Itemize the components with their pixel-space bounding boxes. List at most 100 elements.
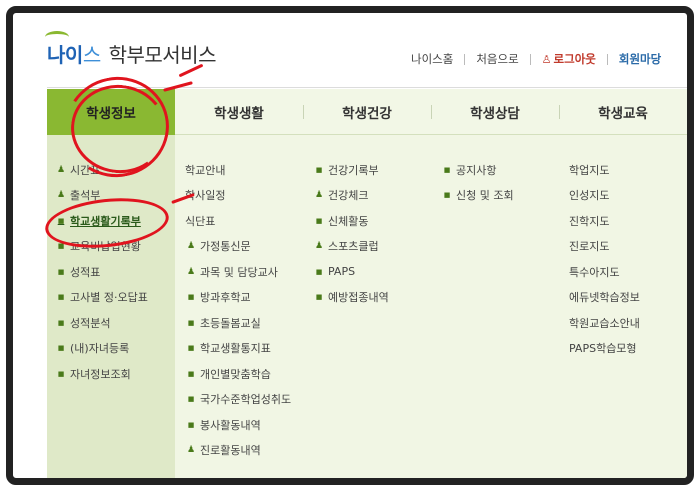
lock-icon: ■: [315, 216, 323, 225]
person-icon: ♟: [186, 241, 196, 252]
submenu-item[interactable]: ■ 예방접종내역: [313, 285, 389, 311]
submenu-item[interactable]: ■ 신체활동: [313, 208, 389, 234]
submenu-item-label: 학교생활통지표: [200, 342, 271, 356]
submenu-item-label: 신체활동: [328, 214, 369, 228]
main-nav: 학생정보 학생생활 학생건강 학생상담 학생교육: [47, 89, 687, 135]
submenu-item[interactable]: ♟ 진로활동내역: [185, 438, 291, 464]
submenu-item[interactable]: 식단표: [185, 208, 291, 234]
submenu-item[interactable]: ■ 성적분석: [47, 310, 175, 336]
submenu-item[interactable]: ■ 방과후학교: [185, 285, 291, 311]
person-icon: ♙: [541, 52, 552, 66]
top-links: 나이스홈 처음으로 ♙ 로그아웃 회원마당: [411, 51, 661, 67]
submenu-item[interactable]: 학사일정: [185, 183, 291, 209]
submenu-item-label: 공지사항: [456, 163, 497, 177]
submenu-item[interactable]: PAPS학습모형: [569, 336, 640, 362]
submenu-item-label: 봉사활동내역: [200, 418, 261, 432]
submenu-item-label: 고사별 정·오답표: [70, 291, 148, 305]
nav-student-health[interactable]: 학생건강: [303, 89, 431, 135]
submenu-item-label: 성적분석: [70, 316, 111, 330]
link-neis-home[interactable]: 나이스홈: [411, 51, 453, 67]
submenu-item[interactable]: ■ 개인별맞춤학습: [185, 361, 291, 387]
person-icon: ♟: [314, 190, 324, 201]
submenu-item-label: 신청 및 조회: [456, 189, 514, 203]
submenu-panel: ♟ 시간표 ♟ 출석부 ■ 학교생활기록부 ■ 교육비납입현황 ■ 성적표 ■ 고사별 정·오답표 ■ 성…: [47, 135, 687, 478]
lock-icon: ■: [315, 293, 323, 302]
link-logout[interactable]: 로그아웃: [554, 51, 596, 67]
person-icon: ♟: [186, 445, 196, 456]
person-icon: ♟: [56, 190, 66, 201]
submenu-item[interactable]: ♟ 과목 및 담당교사: [185, 259, 291, 285]
submenu-item[interactable]: ■ 고사별 정·오답표: [47, 285, 175, 311]
person-icon: ♟: [56, 164, 66, 175]
submenu-item[interactable]: ■ 공지사항: [441, 157, 514, 183]
submenu-item[interactable]: ■ 성적표: [47, 259, 175, 285]
submenu-item[interactable]: 특수아지도: [569, 259, 640, 285]
submenu-item-label: 교육비납입현황: [70, 240, 141, 254]
lock-icon: ■: [57, 318, 65, 327]
logo-neis-part1: 나이: [47, 43, 83, 67]
submenu-item-label: 학교안내: [185, 163, 226, 177]
submenu-item[interactable]: ■ 초등돌봄교실: [185, 310, 291, 336]
submenu-item-label: 진로활동내역: [200, 444, 261, 458]
lock-icon: ■: [187, 344, 195, 353]
submenu-item-label: PAPS학습모형: [569, 342, 637, 356]
submenu-col-student-education: 학업지도인성지도진학지도진로지도특수아지도에듀넷학습정보 학원교습소안내 PAPS학…: [569, 157, 640, 361]
submenu-col-student-health: ■ 건강기록부 ♟ 건강체크 ■ 신체활동 ♟ 스포츠클럽 ■ PAPS ■ 예방접종내역: [313, 157, 389, 310]
submenu-item[interactable]: ♟ 스포츠클럽: [313, 234, 389, 260]
nav-student-life[interactable]: 학생생활: [175, 89, 303, 135]
lock-icon: ■: [57, 293, 65, 302]
nav-student-education[interactable]: 학생교육: [559, 89, 687, 135]
submenu-col-student-counsel: ■ 공지사항 ■ 신청 및 조회: [441, 157, 514, 208]
submenu-item[interactable]: ■ 국가수준학업성취도: [185, 387, 291, 413]
header-divider: [47, 87, 687, 88]
submenu-item[interactable]: ■ 학교생활기록부: [47, 208, 175, 234]
submenu-item-label: 스포츠클럽: [328, 240, 379, 254]
submenu-col-student-life: 학교안내학사일정식단표 ♟ 가정통신문 ♟ 과목 및 담당교사 ■ 방과후학교 ■ 초등돌봄교실…: [185, 157, 291, 463]
submenu-item[interactable]: ♟ 건강체크: [313, 183, 389, 209]
submenu-item-label: 성적표: [70, 265, 101, 279]
link-first-page[interactable]: 처음으로: [476, 51, 518, 67]
submenu-item-label: 학업지도: [569, 163, 610, 177]
site-logo[interactable]: 나이스 학부모서비스: [47, 39, 216, 68]
submenu-item[interactable]: ■ PAPS: [313, 259, 389, 285]
submenu-item-label: 식단표: [185, 214, 216, 228]
submenu-item[interactable]: ■ 교육비납입현황: [47, 234, 175, 260]
nav-student-counsel[interactable]: 학생상담: [431, 89, 559, 135]
submenu-item[interactable]: ♟ 출석부: [47, 183, 175, 209]
submenu-item[interactable]: ■ 자녀정보조회: [47, 361, 175, 387]
link-divider: [529, 53, 531, 65]
lock-icon: ■: [187, 420, 195, 429]
submenu-item[interactable]: 에듀넷학습정보: [569, 285, 640, 311]
submenu-item[interactable]: ♟ 가정통신문: [185, 234, 291, 260]
lock-icon: ■: [443, 191, 451, 200]
submenu-item[interactable]: 학원교습소안내: [569, 310, 640, 336]
submenu-item[interactable]: ■ 신청 및 조회: [441, 183, 514, 209]
submenu-item[interactable]: 진로지도: [569, 234, 640, 260]
submenu-item-label: 시간표: [70, 163, 101, 177]
submenu-item[interactable]: ■ 학교생활통지표: [185, 336, 291, 362]
submenu-item[interactable]: ■ (내)자녀등록: [47, 336, 175, 362]
submenu-item[interactable]: 진학지도: [569, 208, 640, 234]
link-divider: [606, 53, 608, 65]
submenu-item-label: 학교생활기록부: [70, 214, 141, 228]
lock-icon: ■: [57, 216, 65, 225]
person-icon: ♟: [314, 241, 324, 252]
submenu-item-label: 인성지도: [569, 189, 610, 203]
submenu-item[interactable]: 학교안내: [185, 157, 291, 183]
submenu-item[interactable]: ■ 건강기록부: [313, 157, 389, 183]
submenu-item[interactable]: 인성지도: [569, 183, 640, 209]
submenu-item-label: 진학지도: [569, 214, 610, 228]
submenu-item[interactable]: 학업지도: [569, 157, 640, 183]
submenu-item-label: 특수아지도: [569, 265, 620, 279]
link-member[interactable]: 회원마당: [619, 51, 661, 67]
submenu-col-student-info: ♟ 시간표 ♟ 출석부 ■ 학교생활기록부 ■ 교육비납입현황 ■ 성적표 ■ 고사별 정·오답표 ■ 성…: [47, 135, 175, 478]
lock-icon: ■: [57, 369, 65, 378]
submenu-item[interactable]: ■ 봉사활동내역: [185, 412, 291, 438]
submenu-item-label: PAPS: [328, 265, 356, 279]
nav-student-info[interactable]: 학생정보: [47, 89, 175, 135]
screenshot-frame: 나이스 학부모서비스 나이스홈 처음으로 ♙ 로그아웃 회원마당 학생정보 학생…: [6, 6, 694, 485]
lock-icon: ■: [187, 293, 195, 302]
logo-neis-part2: 스: [82, 43, 101, 67]
submenu-item[interactable]: ♟ 시간표: [47, 157, 175, 183]
person-icon: ♟: [186, 266, 196, 277]
